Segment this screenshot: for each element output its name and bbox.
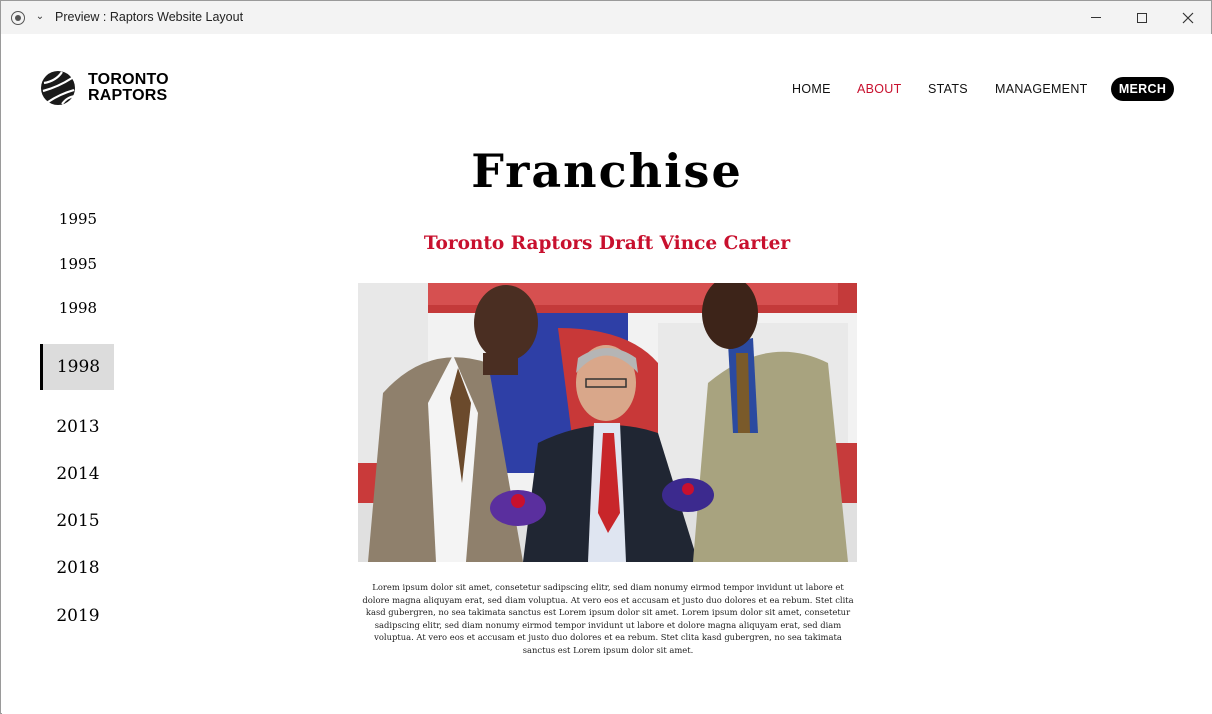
draft-photo-image [358,283,857,562]
nav-home[interactable]: HOME [792,82,831,96]
nav-management[interactable]: MANAGEMENT [995,82,1088,96]
article-subtitle: Toronto Raptors Draft Vince Carter [423,233,791,254]
page-title: Franchise [471,144,743,198]
website-page: TORONTO RAPTORS HOME ABOUT STATS MANAGEM… [2,34,1212,714]
nav-about[interactable]: ABOUT [857,82,902,96]
close-icon [1182,12,1194,23]
close-button[interactable] [1165,1,1211,34]
nav-stats[interactable]: STATS [928,82,968,96]
merch-button[interactable]: MERCH [1111,77,1174,101]
app-window: ⌄ Preview : Raptors Website Layout TORON… [0,0,1212,714]
window-title: Preview : Raptors Website Layout [55,10,244,24]
maximize-icon [1137,12,1147,23]
title-bar: ⌄ Preview : Raptors Website Layout [1,1,1211,34]
timeline-year-1995b[interactable]: 1995 [40,255,116,273]
draft-photo [358,283,857,562]
article-body: Lorem ipsum dolor sit amet, consetetur s… [362,582,854,655]
chevron-down-icon[interactable]: ⌄ [33,10,47,24]
main-nav: HOME ABOUT STATS MANAGEMENT MERCH [2,77,1212,101]
timeline-year-1998b-active[interactable]: 1998 [40,344,114,390]
timeline-year-2014[interactable]: 2014 [40,464,116,484]
timeline-year-1998a[interactable]: 1998 [40,299,116,317]
minimize-button[interactable] [1073,1,1119,34]
timeline-year-1995a[interactable]: 1995 [40,210,116,228]
timeline-year-2015[interactable]: 2015 [40,511,116,531]
minimize-icon [1091,17,1101,18]
app-icon [11,11,25,25]
timeline-year-2019[interactable]: 2019 [40,606,116,626]
timeline-year-2018[interactable]: 2018 [40,558,116,578]
timeline-year-2013[interactable]: 2013 [40,417,116,437]
maximize-button[interactable] [1119,1,1165,34]
